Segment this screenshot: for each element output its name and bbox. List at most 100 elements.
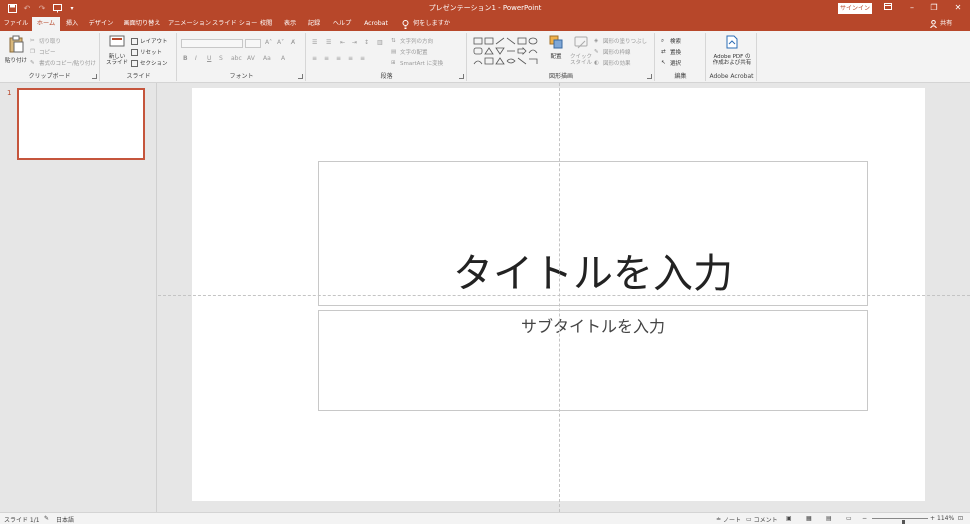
restore-icon[interactable]: ❐ <box>928 2 940 14</box>
slideshow-view-icon[interactable]: ▭ <box>846 515 852 522</box>
tab-record[interactable]: 記録 <box>304 17 324 31</box>
strikethrough-icon[interactable]: abc <box>231 55 242 62</box>
increase-indent-icon[interactable]: ⇥ <box>352 39 357 46</box>
cut-button[interactable]: ✂ 切り取り <box>30 37 61 46</box>
bold-icon[interactable]: B <box>183 55 188 62</box>
italic-icon[interactable]: I <box>195 55 197 62</box>
signin-button[interactable]: サインイン <box>838 3 872 14</box>
subtitle-placeholder[interactable]: サブタイトルを入力 <box>318 310 868 411</box>
tell-me-box[interactable]: 何をしますか <box>402 17 450 31</box>
font-name-combo[interactable] <box>181 39 243 48</box>
bullets-icon[interactable]: ☰ <box>312 39 317 46</box>
distribute-icon[interactable]: ≡ <box>360 55 365 62</box>
align-center-icon[interactable]: ≡ <box>324 55 329 62</box>
align-right-icon[interactable]: ≡ <box>336 55 341 62</box>
create-pdf-button[interactable]: Adobe PDF の 作成および共有 <box>709 35 755 67</box>
zoom-out-icon[interactable]: − <box>862 515 867 522</box>
shape-effects-label: 図形の効果 <box>603 61 631 67</box>
tab-animations[interactable]: アニメーション <box>168 17 211 31</box>
notes-button[interactable]: ≐ ノート <box>716 515 741 524</box>
shape-effects-button[interactable]: ◐ 図形の効果 <box>594 59 631 68</box>
grow-font-icon[interactable]: A˄ <box>265 39 272 46</box>
fit-slide-icon[interactable]: ⊡ <box>958 515 963 522</box>
align-text-label: 文字の配置 <box>400 50 428 56</box>
ribbon: 貼り付け ✂ 切り取り ❐ コピー ✎ 書式のコピー/貼り付け クリップボード … <box>0 31 970 83</box>
zoom-level[interactable]: 114% <box>937 515 954 522</box>
numbering-icon[interactable]: ☰ <box>326 39 331 46</box>
align-text-button[interactable]: ▤ 文字の配置 <box>391 48 428 57</box>
arrange-button[interactable]: 配置 <box>544 35 568 60</box>
layout-button[interactable]: レイアウト <box>131 37 168 45</box>
tab-view[interactable]: 表示 <box>280 17 300 31</box>
columns-icon[interactable]: ▥ <box>377 39 383 46</box>
close-icon[interactable]: ✕ <box>952 2 964 14</box>
shape-outline-label: 図形の枠線 <box>603 50 631 56</box>
title-placeholder-text: タイトルを入力 <box>453 251 733 297</box>
shape-fill-button[interactable]: ◈ 図形の塗りつぶし <box>594 37 647 46</box>
replace-icon: ⇄ <box>661 48 666 55</box>
find-button[interactable]: ⌕ 検索 <box>661 37 682 46</box>
align-left-icon[interactable]: ≡ <box>312 55 317 62</box>
zoom-in-icon[interactable]: + <box>930 515 935 522</box>
format-painter-button[interactable]: ✎ 書式のコピー/貼り付け <box>30 59 96 68</box>
new-slide-button[interactable]: 新しい スライド <box>104 35 130 67</box>
spacing-icon[interactable]: AV <box>247 55 255 62</box>
ribbon-display-options-icon[interactable] <box>882 2 894 14</box>
quick-styles-button[interactable]: クイック スタイル <box>568 35 594 67</box>
font-size-combo[interactable] <box>245 39 261 48</box>
zoom-slider[interactable] <box>872 518 928 524</box>
tab-help[interactable]: ヘルプ <box>330 17 354 31</box>
smartart-button[interactable]: ⊞ SmartArt に変換 <box>391 59 443 68</box>
vertical-guide[interactable] <box>559 83 560 512</box>
line-spacing-icon[interactable]: ↕ <box>364 39 369 46</box>
layout-icon <box>131 37 138 45</box>
tab-review[interactable]: 校閲 <box>256 17 276 31</box>
clear-format-icon[interactable]: A̸ <box>291 39 295 46</box>
drawing-launcher-icon[interactable] <box>647 74 652 79</box>
copy-button[interactable]: ❐ コピー <box>30 48 56 57</box>
comments-label: コメント <box>753 517 778 524</box>
justify-icon[interactable]: ≡ <box>348 55 353 62</box>
slide-sorter-icon[interactable]: ▦ <box>806 515 812 522</box>
reset-icon <box>131 48 138 56</box>
change-case-icon[interactable]: Aa <box>263 55 271 62</box>
clipboard-launcher-icon[interactable] <box>92 74 97 79</box>
reading-view-icon[interactable]: ▤ <box>826 515 832 522</box>
tab-slideshow[interactable]: スライド ショー <box>212 17 257 31</box>
text-direction-label: 文字列の方向 <box>400 39 434 45</box>
share-button[interactable]: 共有 <box>930 17 952 31</box>
spellcheck-icon[interactable]: ✎ <box>44 515 49 522</box>
tab-design[interactable]: デザイン <box>86 17 116 31</box>
normal-view-icon[interactable]: ▣ <box>786 515 792 522</box>
paste-button[interactable]: 貼り付け <box>3 35 29 64</box>
tab-transitions[interactable]: 画面切り替え <box>120 17 164 31</box>
find-label: 検索 <box>670 39 682 45</box>
tab-acrobat[interactable]: Acrobat <box>360 17 392 31</box>
text-direction-button[interactable]: ⇅ 文字列の方向 <box>391 37 434 46</box>
comments-button[interactable]: ▭ コメント <box>746 515 778 524</box>
font-color-icon[interactable]: A <box>281 55 285 62</box>
font-launcher-icon[interactable] <box>298 74 303 79</box>
shrink-font-icon[interactable]: A˅ <box>277 39 284 46</box>
tab-home[interactable]: ホーム <box>32 17 60 31</box>
slide-thumbnail[interactable] <box>17 88 145 160</box>
ribbon-tabs: ファイル ホーム 挿入 デザイン 画面切り替え アニメーション スライド ショー… <box>0 17 970 31</box>
language-indicator[interactable]: 日本語 <box>56 515 74 524</box>
replace-button[interactable]: ⇄ 置換 <box>661 48 681 57</box>
shadow-icon[interactable]: S <box>219 55 223 62</box>
select-button[interactable]: ↖ 選択 <box>661 59 681 68</box>
shapes-gallery-icon[interactable] <box>473 37 541 67</box>
reset-button[interactable]: リセット <box>131 48 162 56</box>
zoom-slider-thumb[interactable] <box>901 520 905 524</box>
title-placeholder[interactable]: タイトルを入力 <box>318 161 868 306</box>
decrease-indent-icon[interactable]: ⇤ <box>340 39 345 46</box>
paragraph-launcher-icon[interactable] <box>459 74 464 79</box>
minimize-icon[interactable]: – <box>906 2 918 14</box>
font-group-label: フォント <box>229 73 254 80</box>
horizontal-guide[interactable] <box>158 295 970 296</box>
underline-icon[interactable]: U <box>207 55 211 62</box>
section-button[interactable]: セクション <box>131 59 168 67</box>
shape-outline-button[interactable]: ✎ 図形の枠線 <box>594 48 631 57</box>
tab-insert[interactable]: 挿入 <box>62 17 82 31</box>
tab-file[interactable]: ファイル <box>2 17 30 31</box>
